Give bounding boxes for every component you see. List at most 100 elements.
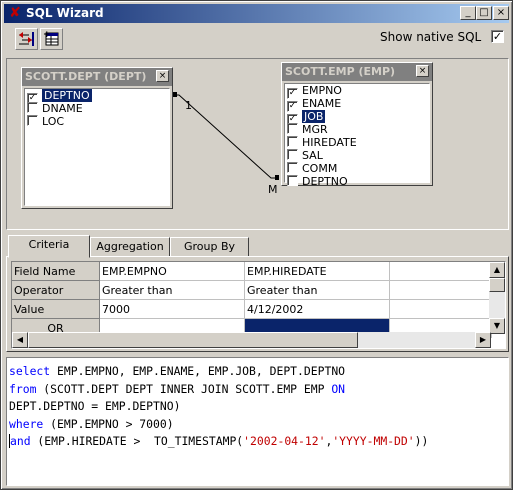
- sql-editor[interactable]: select EMP.EMPNO, EMP.ENAME, EMP.JOB, DE…: [6, 357, 509, 486]
- field-checkbox[interactable]: [27, 102, 38, 113]
- join-cardinality-many: M: [268, 183, 278, 196]
- criteria-cell[interactable]: Greater than: [100, 281, 245, 300]
- sql-line: select EMP.EMPNO, EMP.ENAME, EMP.JOB, DE…: [9, 363, 506, 381]
- row-header[interactable]: Field Name: [12, 262, 100, 281]
- table-field[interactable]: ✓ ENAME: [285, 97, 429, 112]
- svg-text:+: +: [43, 30, 51, 40]
- table-dept[interactable]: SCOTT.DEPT (DEPT) × ✓ DEPTNO DNAME LOC: [21, 67, 173, 209]
- field-checkbox[interactable]: [287, 136, 298, 147]
- table-dept-header[interactable]: SCOTT.DEPT (DEPT) ×: [22, 68, 172, 86]
- sql-line: from (SCOTT.DEPT DEPT INNER JOIN SCOTT.E…: [9, 381, 506, 399]
- table-field[interactable]: SAL: [285, 149, 429, 162]
- table-dept-fields: ✓ DEPTNO DNAME LOC: [24, 88, 170, 206]
- app-icon: ✘: [9, 5, 21, 21]
- criteria-row: Value 7000 4/12/2002: [12, 300, 492, 319]
- sql-text: (EMP.EMPNO > 7000): [43, 416, 174, 431]
- scroll-left-arrow-icon[interactable]: ◀: [12, 332, 28, 348]
- close-button[interactable]: ×: [493, 6, 509, 20]
- field-checkbox[interactable]: [287, 123, 298, 134]
- minimize-button[interactable]: _: [460, 6, 476, 20]
- table-emp[interactable]: SCOTT.EMP (EMP) × ✓ EMPNO ✓ ENAME ✓ JOB MGR HIR…: [281, 62, 433, 188]
- field-checkbox[interactable]: [287, 162, 298, 173]
- table-dept-title: SCOTT.DEPT (DEPT): [25, 70, 147, 83]
- table-emp-title: SCOTT.EMP (EMP): [285, 65, 396, 78]
- tab-aggregation[interactable]: Aggregation: [90, 237, 170, 257]
- criteria-cell[interactable]: [390, 300, 492, 319]
- table-field[interactable]: ✓ EMPNO: [285, 84, 429, 99]
- field-name: DEPTNO: [42, 89, 92, 102]
- sql-text: DEPT.DEPTNO = EMP.DEPTNO): [9, 399, 181, 413]
- field-checkbox[interactable]: [27, 115, 38, 126]
- tab-group-by[interactable]: Group By: [170, 237, 249, 257]
- window-title: SQL Wizard: [26, 6, 104, 20]
- table-dept-close-button[interactable]: ×: [156, 70, 169, 82]
- join-cardinality-one: 1: [185, 99, 192, 112]
- field-name: MGR: [302, 123, 328, 136]
- criteria-row: Operator Greater than Greater than: [12, 281, 492, 300]
- table-field[interactable]: HIREDATE: [285, 136, 429, 149]
- grid-horizontal-scrollbar[interactable]: ◀ ▶: [12, 332, 491, 348]
- field-name: EMPNO: [302, 84, 342, 97]
- sql-line: and (EMP.HIREDATE > TO_TIMESTAMP('2002-0…: [9, 433, 506, 451]
- sql-text: (EMP.HIREDATE > TO_TIMESTAMP(: [30, 434, 244, 448]
- sql-line: where (EMP.EMPNO > 7000): [9, 416, 506, 434]
- table-field[interactable]: DEPTNO: [285, 175, 429, 188]
- vertical-scroll-thumb[interactable]: [489, 278, 505, 292]
- row-header[interactable]: Operator: [12, 281, 100, 300]
- sql-string: '2002-04-12': [243, 434, 326, 448]
- criteria-tabs: Criteria Aggregation Group By: [6, 235, 509, 258]
- field-name: LOC: [42, 115, 65, 128]
- table-field[interactable]: MGR: [285, 123, 429, 136]
- sql-string: 'YYYY-MM-DD': [332, 434, 415, 448]
- tab-criteria[interactable]: Criteria: [8, 235, 90, 258]
- sql-keyword: ON: [331, 381, 346, 396]
- sql-line: DEPT.DEPTNO = EMP.DEPTNO): [9, 398, 506, 416]
- criteria-cell[interactable]: [390, 262, 492, 281]
- field-name: HIREDATE: [302, 136, 357, 149]
- field-checkbox[interactable]: [287, 149, 298, 160]
- table-field[interactable]: ✓ JOB: [285, 110, 429, 125]
- sql-text: (SCOTT.DEPT DEPT INNER JOIN SCOTT.EMP EM…: [36, 381, 332, 396]
- query-diagram[interactable]: 1 M SCOTT.DEPT (DEPT) × ✓ DEPTNO DNAME LOC …: [6, 58, 509, 230]
- add-table-button[interactable]: +: [40, 28, 63, 50]
- grid-vertical-scrollbar[interactable]: ▲ ▼: [489, 262, 505, 334]
- sql-keyword: select: [9, 364, 51, 378]
- scroll-up-arrow-icon[interactable]: ▲: [489, 262, 505, 278]
- criteria-cell[interactable]: 7000: [100, 300, 245, 319]
- table-field[interactable]: ✓ DEPTNO: [25, 89, 169, 104]
- criteria-grid: Field Name EMP.EMPNO EMP.HIREDATE Operator G…: [11, 261, 506, 349]
- criteria-cell[interactable]: Greater than: [245, 281, 390, 300]
- criteria-cell[interactable]: EMP.EMPNO: [100, 262, 245, 281]
- field-name: JOB: [302, 110, 326, 123]
- table-emp-close-button[interactable]: ×: [416, 65, 429, 77]
- sql-keyword: from: [9, 381, 37, 396]
- criteria-cell[interactable]: 4/12/2002: [245, 300, 390, 319]
- title-bar[interactable]: ✘ SQL Wizard _ □ ×: [4, 4, 509, 23]
- field-name: SAL: [302, 149, 323, 162]
- table-field[interactable]: COMM: [285, 162, 429, 175]
- criteria-row: Field Name EMP.EMPNO EMP.HIREDATE: [12, 262, 492, 281]
- scroll-right-arrow-icon[interactable]: ▶: [475, 332, 491, 348]
- add-table-icon: +: [43, 30, 59, 46]
- scroll-down-arrow-icon[interactable]: ▼: [489, 318, 505, 334]
- arrange-button[interactable]: [15, 28, 38, 50]
- field-name: DNAME: [42, 102, 83, 115]
- maximize-button[interactable]: □: [476, 6, 492, 20]
- sql-wizard-window: ✘ SQL Wizard _ □ × + Show native SQL ✓ 1…: [0, 0, 513, 490]
- field-name: COMM: [302, 162, 338, 175]
- show-native-sql-checkbox[interactable]: ✓: [491, 30, 504, 43]
- row-header[interactable]: Value: [12, 300, 100, 319]
- sql-text: )): [414, 434, 429, 448]
- show-native-sql-label: Show native SQL: [380, 30, 482, 44]
- sql-keyword: where: [9, 416, 44, 431]
- criteria-cell[interactable]: [390, 281, 492, 300]
- table-emp-header[interactable]: SCOTT.EMP (EMP) ×: [282, 63, 432, 81]
- criteria-cell[interactable]: EMP.HIREDATE: [245, 262, 390, 281]
- table-emp-fields: ✓ EMPNO ✓ ENAME ✓ JOB MGR HIREDATE SAL COMM DEPTNO: [284, 83, 430, 188]
- table-field[interactable]: DNAME: [25, 102, 169, 115]
- field-checkbox[interactable]: [287, 175, 298, 186]
- horizontal-scroll-thumb[interactable]: [28, 332, 358, 348]
- field-name: DEPTNO: [302, 175, 348, 188]
- table-field[interactable]: LOC: [25, 115, 169, 128]
- criteria-panel: Field Name EMP.EMPNO EMP.HIREDATE Operator G…: [6, 256, 509, 352]
